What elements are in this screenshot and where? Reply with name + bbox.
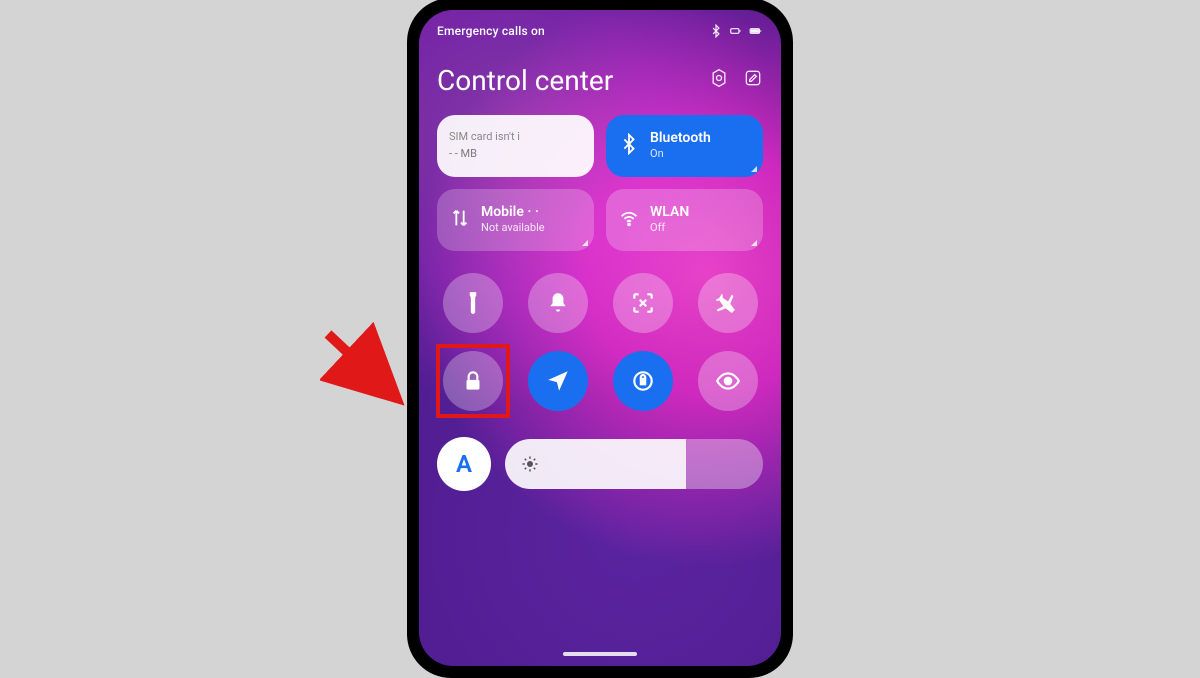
quick-toggles-grid xyxy=(437,273,763,411)
flashlight-icon xyxy=(460,290,486,316)
brightness-fill xyxy=(505,439,686,489)
mobile-data-icon xyxy=(449,207,471,233)
status-bar: Emergency calls on xyxy=(437,24,763,38)
auto-brightness-label: A xyxy=(456,450,472,478)
page-title: Control center xyxy=(437,64,613,97)
rotation-lock-icon xyxy=(630,368,656,394)
tile-sim-line1: SIM card isn't i xyxy=(449,131,520,143)
tile-mobile-label: Mobile · · xyxy=(481,205,545,220)
home-indicator[interactable] xyxy=(563,652,637,656)
toggle-rotation-lock[interactable] xyxy=(613,351,673,411)
toggle-sound[interactable] xyxy=(528,273,588,333)
location-icon xyxy=(545,368,571,394)
tile-mobile-data[interactable]: Mobile · · Not available xyxy=(437,189,594,251)
tile-mobile-status: Not available xyxy=(481,221,545,234)
screenshot-icon xyxy=(630,290,656,316)
gear-icon xyxy=(709,68,729,88)
tile-wlan-label: WLAN xyxy=(650,205,689,220)
settings-button[interactable] xyxy=(709,68,729,92)
expand-icon xyxy=(582,166,588,172)
toggle-lock[interactable] xyxy=(443,351,503,411)
expand-icon xyxy=(582,240,588,246)
header: Control center xyxy=(437,64,763,97)
tile-sim-data[interactable]: SIM card isn't i - - MB xyxy=(437,115,594,177)
brightness-icon xyxy=(521,455,539,473)
battery-saver-icon xyxy=(729,24,743,38)
airplane-icon xyxy=(715,290,741,316)
toggle-flashlight[interactable] xyxy=(443,273,503,333)
statusbar-icons xyxy=(709,24,763,38)
tile-bluetooth[interactable]: Bluetooth On xyxy=(606,115,763,177)
expand-icon xyxy=(751,166,757,172)
toggle-reading-mode[interactable] xyxy=(698,351,758,411)
tile-bluetooth-status: On xyxy=(650,147,711,160)
control-center-screen: Emergency calls on Control center SIM ca… xyxy=(419,10,781,666)
toggle-location[interactable] xyxy=(528,351,588,411)
tile-sim-line2: - - MB xyxy=(449,147,477,160)
annotation-arrow xyxy=(320,322,420,422)
edit-button[interactable] xyxy=(743,68,763,92)
edit-icon xyxy=(743,68,763,88)
battery-icon xyxy=(749,24,763,38)
lock-icon xyxy=(460,368,486,394)
tile-wlan[interactable]: WLAN Off xyxy=(606,189,763,251)
bell-icon xyxy=(545,290,571,316)
bluetooth-status-icon xyxy=(709,24,723,38)
tile-wlan-status: Off xyxy=(650,221,689,234)
wifi-icon xyxy=(618,207,640,233)
tile-bluetooth-label: Bluetooth xyxy=(650,131,711,146)
toggle-auto-brightness[interactable]: A xyxy=(437,437,491,491)
expand-icon xyxy=(751,240,757,246)
statusbar-text: Emergency calls on xyxy=(437,24,545,38)
bluetooth-icon xyxy=(618,133,640,159)
toggle-airplane[interactable] xyxy=(698,273,758,333)
phone-frame: Emergency calls on Control center SIM ca… xyxy=(407,0,793,678)
toggle-screenshot[interactable] xyxy=(613,273,673,333)
eye-icon xyxy=(715,368,741,394)
brightness-slider[interactable] xyxy=(505,439,763,489)
